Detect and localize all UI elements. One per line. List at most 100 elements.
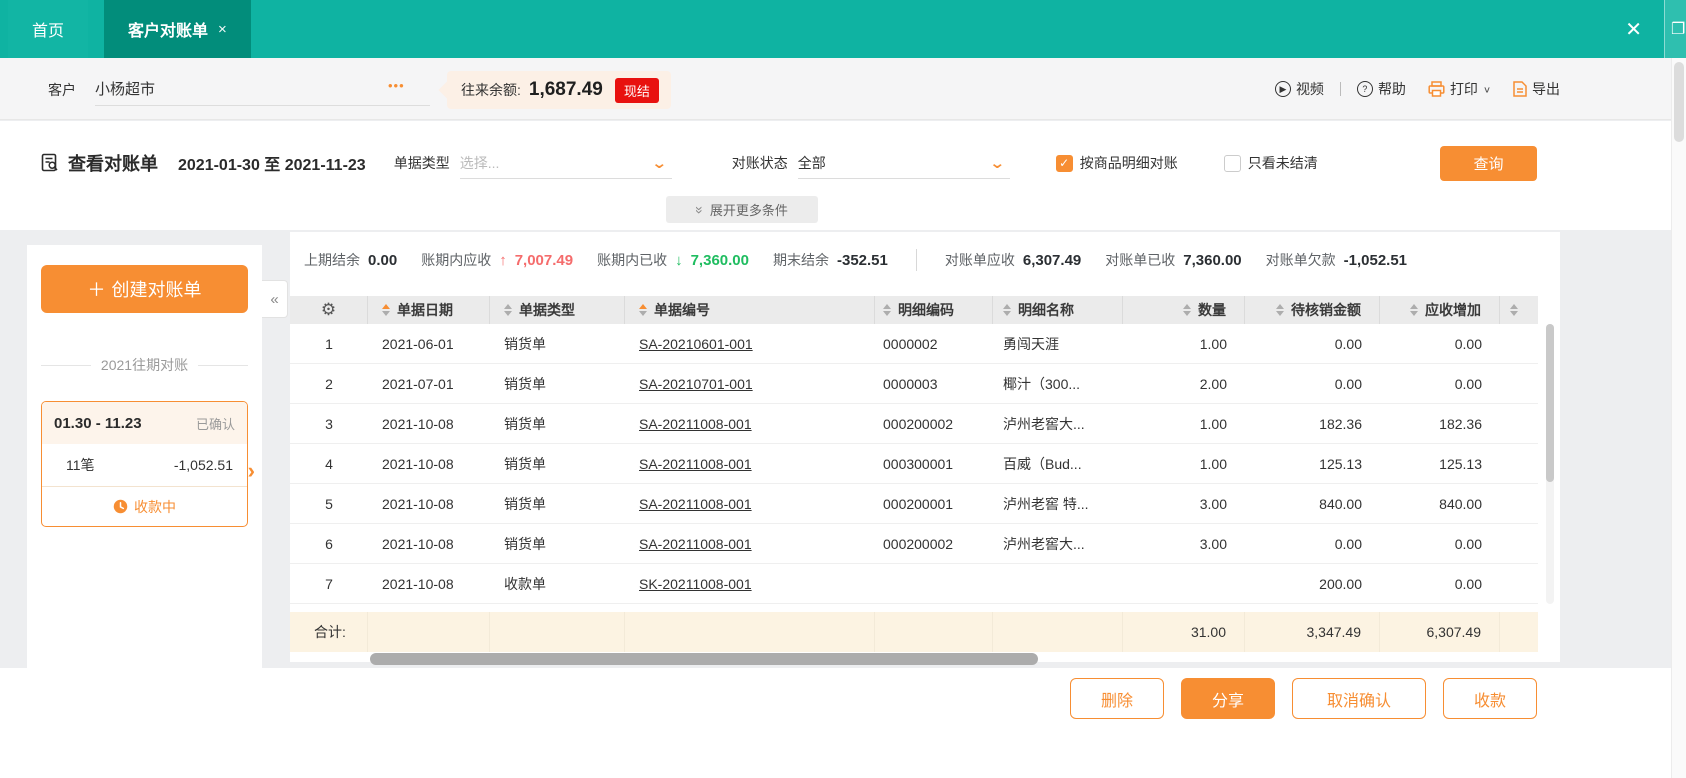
help-button[interactable]: ? 帮助 — [1357, 79, 1406, 99]
doc-number-link[interactable]: SK-20211008-001 — [639, 576, 752, 592]
sidebar-collapse-button[interactable]: « — [262, 280, 288, 318]
balance-value: 1,687.49 — [529, 79, 603, 101]
cell-doc-type: 销货单 — [490, 524, 625, 563]
status-select[interactable]: 全部 ⌄ — [798, 147, 1010, 179]
cell-qty: 2.00 — [1123, 364, 1245, 403]
detail-reconcile-checkbox[interactable]: ✓ 按商品明细对账 — [1056, 153, 1178, 173]
filter-panel: 查看对账单 2021-01-30 至 2021-11-23 单据类型 选择...… — [0, 121, 1686, 230]
cell-doc-date: 2021-07-01 — [368, 364, 490, 403]
column-header[interactable]: 单据编号 — [625, 296, 875, 324]
table-row[interactable]: 1 2021-06-01 销货单 SA-20210601-001 0000002… — [290, 324, 1538, 364]
page-scrollbar[interactable] — [1671, 58, 1686, 778]
column-header[interactable]: 单据类型 — [490, 296, 625, 324]
sort-arrows-icon — [1003, 304, 1011, 316]
period-range: 01.30 - 11.23 — [54, 415, 142, 432]
tab-customer-statement[interactable]: 客户对账单 × — [104, 0, 251, 58]
table-row[interactable]: 6 2021-10-08 销货单 SA-20211008-001 0002000… — [290, 524, 1538, 564]
print-button[interactable]: 打印 ∨ — [1428, 79, 1491, 99]
vertical-scrollbar[interactable] — [1546, 324, 1554, 604]
export-button[interactable]: 导出 — [1513, 79, 1560, 99]
period-count: 11笔 — [66, 455, 95, 475]
tab-home[interactable]: 首页 — [8, 0, 88, 58]
up-arrow-icon: ↑ — [499, 252, 507, 269]
doc-number-link[interactable]: SA-20210601-001 — [639, 336, 753, 352]
customer-header: 客户 小杨超市 ••• 往来余额: 1,687.49 现结 ▶ 视频 ? 帮助 … — [0, 58, 1686, 120]
period-status: 已确认 — [196, 414, 235, 433]
doc-number-link[interactable]: SA-20211008-001 — [639, 456, 752, 472]
cell-receivable-increase: 0.00 — [1380, 364, 1500, 403]
horizontal-scrollbar[interactable] — [290, 652, 1538, 666]
customer-input[interactable]: 小杨超市 — [95, 72, 430, 106]
table-row[interactable]: 7 2021-10-08 收款单 SK-20211008-001 200.00 … — [290, 564, 1538, 604]
sort-arrows-icon — [1410, 304, 1418, 316]
cell-receivable-increase: 125.13 — [1380, 444, 1500, 483]
table-row[interactable]: 3 2021-10-08 销货单 SA-20211008-001 0002000… — [290, 404, 1538, 444]
summary-bar: 上期结余0.00账期内应收↑7,007.49账期内已收↓7,360.00期末结余… — [290, 232, 1560, 288]
cell-pending-amount: 182.36 — [1245, 404, 1380, 443]
row-number: 6 — [290, 524, 368, 563]
delete-button[interactable]: 删除 — [1070, 678, 1164, 719]
double-chevron-down-icon: » — [692, 206, 708, 214]
query-button[interactable]: 查询 — [1440, 146, 1537, 181]
column-header[interactable]: 明细名称 — [993, 296, 1123, 324]
totals-row: 合计: 31.00 3,347.49 6,307.49 — [290, 612, 1538, 652]
clipboard-icon[interactable]: ❐ — [1664, 0, 1686, 58]
share-button[interactable]: 分享 — [1181, 678, 1275, 719]
table-row[interactable]: 5 2021-10-08 销货单 SA-20211008-001 0002000… — [290, 484, 1538, 524]
customer-label: 客户 — [48, 80, 76, 100]
cell-doc-type: 销货单 — [490, 484, 625, 523]
gear-icon: ⚙ — [321, 300, 336, 320]
divider — [1340, 82, 1341, 96]
cell-doc-number: SA-20211008-001 — [625, 404, 875, 443]
table-row[interactable]: 4 2021-10-08 销货单 SA-20211008-001 0003000… — [290, 444, 1538, 484]
summary-item: 账期内已收↓7,360.00 — [597, 250, 749, 270]
column-settings-button[interactable]: ⚙ — [290, 296, 368, 324]
period-card[interactable]: 01.30 - 11.23 已确认 11笔 -1,052.51 › 收款中 — [41, 401, 248, 527]
summary-item: 对账单已收7,360.00 — [1105, 250, 1241, 270]
customer-picker-ellipsis-icon[interactable]: ••• — [388, 78, 405, 93]
doc-number-link[interactable]: SA-20211008-001 — [639, 416, 752, 432]
cell-item-name: 椰汁（300... — [993, 364, 1123, 403]
chevron-down-icon: ∨ — [1483, 84, 1491, 94]
horizontal-scrollbar-thumb[interactable] — [370, 653, 1038, 665]
doc-number-link[interactable]: SA-20211008-001 — [639, 536, 752, 552]
cell-doc-date: 2021-10-08 — [368, 484, 490, 523]
plus-icon: ＋ — [88, 276, 106, 302]
cell-receivable-increase: 182.36 — [1380, 404, 1500, 443]
column-header[interactable]: 明细编码 — [875, 296, 993, 324]
doc-number-link[interactable]: SA-20210701-001 — [639, 376, 753, 392]
cell-doc-date: 2021-06-01 — [368, 324, 490, 363]
column-header[interactable]: 应收增加 — [1380, 296, 1500, 324]
cell-doc-number: SA-20211008-001 — [625, 444, 875, 483]
expand-more-button[interactable]: » 展开更多条件 — [666, 196, 818, 223]
column-header[interactable]: 待核销金额 — [1245, 296, 1380, 324]
column-header-extra[interactable] — [1500, 296, 1538, 324]
page-scrollbar-thumb[interactable] — [1674, 62, 1684, 142]
cell-pending-amount: 0.00 — [1245, 524, 1380, 563]
cell-item-name: 勇闯天涯 — [993, 324, 1123, 363]
column-header[interactable]: 数量 — [1123, 296, 1245, 324]
summary-item: 对账单欠款-1,052.51 — [1266, 250, 1407, 270]
status-label: 对账状态 — [732, 153, 788, 173]
doc-number-link[interactable]: SA-20211008-001 — [639, 496, 752, 512]
cell-doc-type: 销货单 — [490, 364, 625, 403]
tab-close-icon[interactable]: × — [218, 21, 227, 38]
date-range[interactable]: 2021-01-30 至 2021-11-23 — [178, 151, 366, 175]
vertical-scrollbar-thumb[interactable] — [1546, 324, 1554, 482]
video-button[interactable]: ▶ 视频 — [1275, 79, 1324, 99]
receive-payment-button[interactable]: 收款 — [1443, 678, 1537, 719]
close-icon[interactable]: ✕ — [1625, 0, 1642, 58]
row-number: 3 — [290, 404, 368, 443]
cell-item-name — [993, 564, 1123, 603]
create-statement-button[interactable]: ＋ 创建对账单 — [41, 265, 248, 313]
view-statement-title: 查看对账单 — [40, 150, 158, 176]
doc-type-select[interactable]: 选择... ⌄ — [460, 147, 672, 179]
cancel-confirm-button[interactable]: 取消确认 — [1292, 678, 1426, 719]
summary-item: 期末结余-352.51 — [773, 250, 888, 270]
balance-tooltip: 往来余额: 1,687.49 现结 — [447, 71, 671, 109]
table-row[interactable]: 2 2021-07-01 销货单 SA-20210701-001 0000003… — [290, 364, 1538, 404]
cell-doc-date: 2021-10-08 — [368, 564, 490, 603]
cell-doc-number: SA-20211008-001 — [625, 484, 875, 523]
column-header[interactable]: 单据日期 — [368, 296, 490, 324]
unsettled-only-checkbox[interactable]: 只看未结清 — [1224, 153, 1318, 173]
